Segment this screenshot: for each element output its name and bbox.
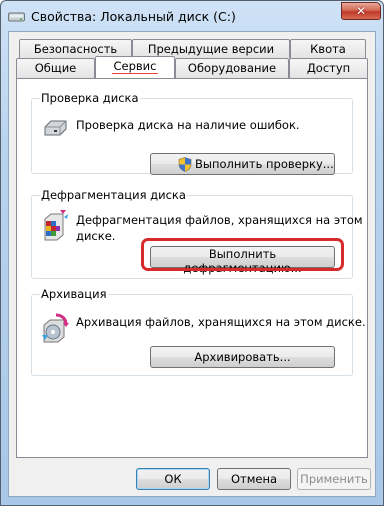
- backup-disk-icon: [42, 313, 69, 343]
- tab-hardware[interactable]: Оборудование: [175, 58, 289, 78]
- button-label: ОК: [164, 472, 182, 486]
- button-label: Выполнить проверку...: [195, 157, 334, 171]
- group-title: Проверка диска: [40, 91, 140, 105]
- apply-button[interactable]: Применить: [297, 468, 371, 490]
- button-label: Отмена: [230, 472, 278, 486]
- backup-description: Архивация файлов, хранящихся на этом дис…: [76, 315, 366, 329]
- disk-check-group: Проверка диска Проверка диска на наличие…: [31, 91, 353, 175]
- button-label: Применить: [300, 472, 368, 486]
- drive-icon: [8, 12, 25, 22]
- tab-label: Общие: [34, 61, 77, 75]
- hard-drive-icon: [44, 120, 67, 136]
- check-description: Проверка диска на наличие ошибок.: [76, 118, 300, 132]
- tab-label: Доступ: [306, 61, 351, 75]
- close-button[interactable]: ✕: [341, 2, 381, 20]
- button-label: Архивировать...: [194, 350, 291, 364]
- backup-button[interactable]: Архивировать...: [150, 346, 335, 368]
- group-title: Архивация: [40, 287, 108, 301]
- uac-shield-icon: [178, 157, 192, 172]
- tab-general[interactable]: Общие: [16, 58, 95, 78]
- tab-label: Сервис: [111, 59, 159, 74]
- tab-label: Предыдущие версии: [147, 42, 275, 56]
- defrag-description-line2: диске.: [76, 229, 116, 243]
- tab-tools[interactable]: Сервис: [95, 56, 175, 78]
- cancel-button[interactable]: Отмена: [217, 468, 291, 490]
- tab-quota[interactable]: Квота: [290, 39, 366, 58]
- backup-group: Архивация Архивация файлов, хранящихся н…: [31, 287, 366, 376]
- tab-sharing[interactable]: Доступ: [289, 58, 368, 78]
- window-title: Свойства: Локальный диск (C:): [31, 9, 236, 24]
- highlight-annotation: [141, 238, 344, 271]
- defragment-icon: [44, 210, 68, 241]
- tab-label: Квота: [310, 42, 346, 56]
- tab-label: Оборудование: [187, 61, 277, 75]
- run-check-button[interactable]: Выполнить проверку...: [150, 153, 335, 175]
- properties-window: Свойства: Локальный диск (C:) ✕ Безопасн…: [0, 0, 384, 506]
- defrag-description-line1: Дефрагментация файлов, хранящихся на это…: [76, 213, 363, 227]
- tab-label: Безопасность: [33, 42, 118, 56]
- title-bar[interactable]: Свойства: Локальный диск (C:) ✕: [1, 1, 383, 31]
- group-title: Дефрагментация диска: [40, 188, 187, 202]
- ok-button[interactable]: ОК: [136, 468, 210, 490]
- close-icon: ✕: [355, 4, 367, 18]
